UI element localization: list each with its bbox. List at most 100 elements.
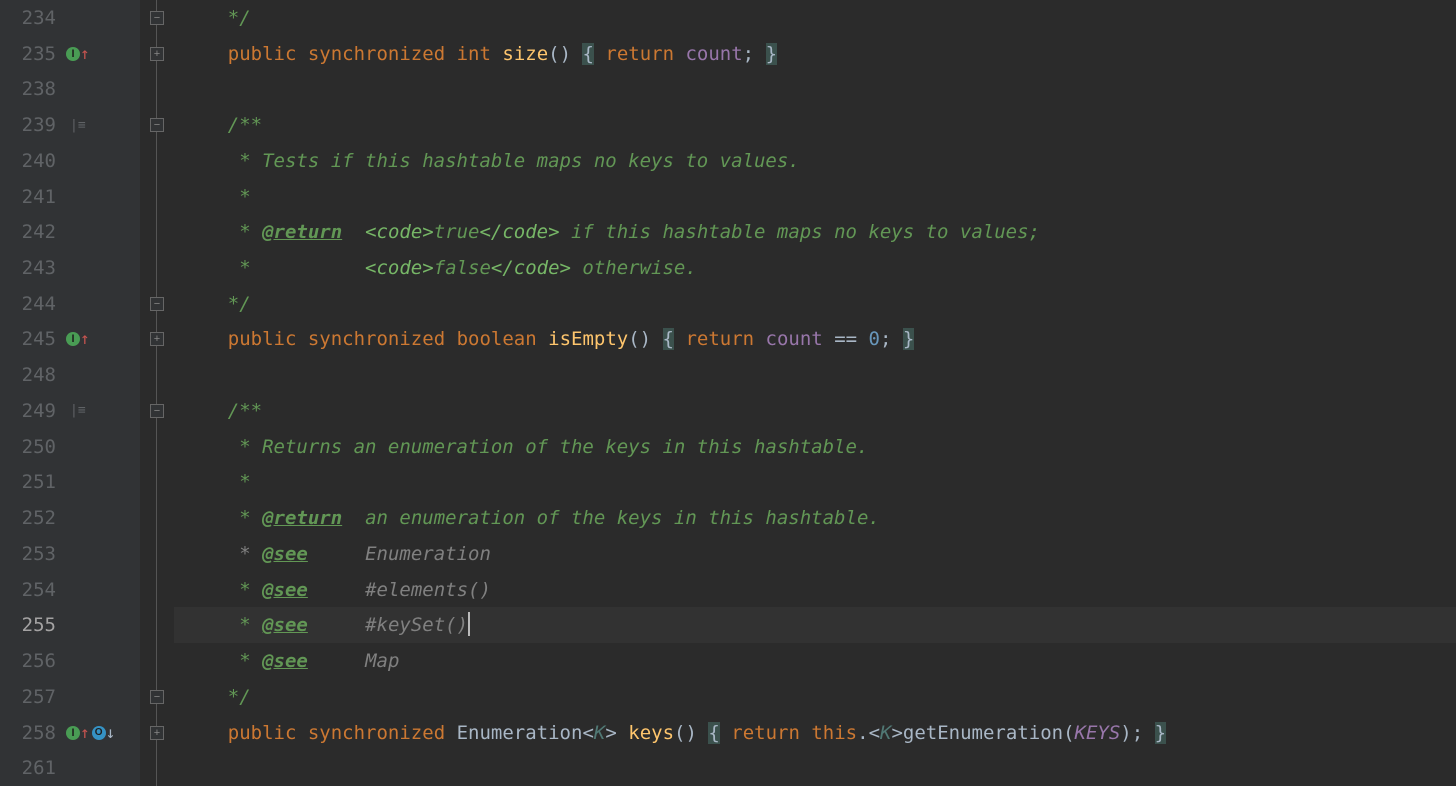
- gutter-row[interactable]: 244: [0, 286, 140, 322]
- doc-tag: @see: [262, 614, 308, 636]
- gutter-row[interactable]: 254: [0, 572, 140, 608]
- gutter-icons[interactable]: I ↑: [64, 331, 124, 347]
- doc-comment: /**: [228, 114, 262, 136]
- line-number: 253: [0, 543, 64, 565]
- code-line[interactable]: [174, 750, 1456, 786]
- doc-comment: * Tests if this hashtable maps no keys t…: [228, 150, 800, 172]
- render-doc-icon[interactable]: |≡: [70, 118, 86, 133]
- code-line[interactable]: * @return <code>true</code> if this hash…: [174, 214, 1456, 250]
- keyword: this: [811, 722, 857, 744]
- fold-toggle-icon[interactable]: −: [150, 297, 164, 311]
- line-number: 238: [0, 78, 64, 100]
- gutter-row[interactable]: 255: [0, 607, 140, 643]
- fold-toggle-icon[interactable]: −: [150, 11, 164, 25]
- fold-column[interactable]: − + − − + − − +: [140, 0, 174, 786]
- keyword: return: [685, 328, 754, 350]
- gutter-row[interactable]: 238: [0, 71, 140, 107]
- type-param: K: [880, 722, 891, 744]
- gutter-icons[interactable]: I ↑: [64, 46, 124, 62]
- line-number: 243: [0, 257, 64, 279]
- line-number: 239: [0, 114, 64, 136]
- code-line[interactable]: /**: [174, 107, 1456, 143]
- gutter-row[interactable]: 245 I ↑: [0, 322, 140, 358]
- code-line[interactable]: * Tests if this hashtable maps no keys t…: [174, 143, 1456, 179]
- code-area[interactable]: */ public synchronized int size() { retu…: [174, 0, 1456, 786]
- implements-icon[interactable]: I: [66, 47, 80, 61]
- code-line-current[interactable]: * @see #keySet(): [174, 607, 1456, 643]
- gutter-row[interactable]: 258 I ↑ O ↓: [0, 715, 140, 751]
- brace: {: [663, 328, 674, 350]
- overridden-icon[interactable]: O: [92, 726, 106, 740]
- gutter-row[interactable]: 240: [0, 143, 140, 179]
- line-number: 251: [0, 471, 64, 493]
- keyword: return: [605, 43, 674, 65]
- doc-comment: */: [228, 7, 251, 29]
- code-line[interactable]: /**: [174, 393, 1456, 429]
- gutter-row[interactable]: 261: [0, 750, 140, 786]
- fold-toggle-icon[interactable]: −: [150, 118, 164, 132]
- doc-link: #elements(): [365, 579, 491, 601]
- line-number: 244: [0, 293, 64, 315]
- gutter-row[interactable]: 250: [0, 429, 140, 465]
- doc-markup: <code>: [365, 221, 434, 243]
- implements-icon[interactable]: I: [66, 726, 80, 740]
- brace: {: [582, 43, 593, 65]
- up-arrow-icon: ↑: [80, 46, 90, 62]
- keyword: public: [228, 328, 297, 350]
- code-text: [182, 7, 228, 29]
- code-line[interactable]: public synchronized boolean isEmpty() { …: [174, 322, 1456, 358]
- line-number: 249: [0, 400, 64, 422]
- gutter[interactable]: 234 235 I ↑ 238 239 |≡ 240 241 242 243 2…: [0, 0, 140, 786]
- gutter-row[interactable]: 257: [0, 679, 140, 715]
- implements-icon[interactable]: I: [66, 332, 80, 346]
- fold-toggle-icon[interactable]: −: [150, 404, 164, 418]
- gutter-row[interactable]: 234: [0, 0, 140, 36]
- code-line[interactable]: public synchronized int size() { return …: [174, 36, 1456, 72]
- gutter-row[interactable]: 256: [0, 643, 140, 679]
- code-line[interactable]: public synchronized Enumeration<K> keys(…: [174, 715, 1456, 751]
- field: count: [685, 43, 742, 65]
- gutter-row[interactable]: 239 |≡: [0, 107, 140, 143]
- code-editor: 234 235 I ↑ 238 239 |≡ 240 241 242 243 2…: [0, 0, 1456, 786]
- code-line[interactable]: */: [174, 0, 1456, 36]
- code-line[interactable]: [174, 71, 1456, 107]
- fold-expand-icon[interactable]: +: [150, 332, 164, 346]
- brace: }: [903, 328, 914, 350]
- gutter-row[interactable]: 251: [0, 465, 140, 501]
- doc-comment: *: [228, 221, 262, 243]
- keyword: boolean: [457, 328, 537, 350]
- gutter-icons: |≡: [64, 118, 124, 133]
- render-doc-icon[interactable]: |≡: [70, 403, 86, 418]
- gutter-row[interactable]: 235 I ↑: [0, 36, 140, 72]
- code-line[interactable]: * Returns an enumeration of the keys in …: [174, 429, 1456, 465]
- gutter-row[interactable]: 241: [0, 179, 140, 215]
- keyword: synchronized: [308, 328, 445, 350]
- code-line[interactable]: *: [174, 179, 1456, 215]
- line-number: 252: [0, 507, 64, 529]
- gutter-row[interactable]: 253: [0, 536, 140, 572]
- code-line[interactable]: * @see Enumeration: [174, 536, 1456, 572]
- fold-expand-icon[interactable]: +: [150, 47, 164, 61]
- gutter-row[interactable]: 252: [0, 500, 140, 536]
- fold-toggle-icon[interactable]: −: [150, 690, 164, 704]
- up-arrow-icon: ↑: [80, 331, 90, 347]
- code-line[interactable]: * <code>false</code> otherwise.: [174, 250, 1456, 286]
- code-line[interactable]: *: [174, 465, 1456, 501]
- up-arrow-icon: ↑: [80, 725, 90, 741]
- doc-tag: @return: [262, 507, 342, 529]
- gutter-row[interactable]: 248: [0, 357, 140, 393]
- code-line[interactable]: * @see Map: [174, 643, 1456, 679]
- code-line[interactable]: [174, 357, 1456, 393]
- gutter-icons[interactable]: I ↑ O ↓: [64, 725, 124, 741]
- gutter-row[interactable]: 242: [0, 214, 140, 250]
- code-line[interactable]: * @return an enumeration of the keys in …: [174, 500, 1456, 536]
- code-line[interactable]: */: [174, 286, 1456, 322]
- doc-comment: /**: [228, 400, 262, 422]
- code-line[interactable]: */: [174, 679, 1456, 715]
- method-name: size: [502, 43, 548, 65]
- doc-markup: </code>: [491, 257, 571, 279]
- fold-expand-icon[interactable]: +: [150, 726, 164, 740]
- code-line[interactable]: * @see #elements(): [174, 572, 1456, 608]
- gutter-row[interactable]: 243: [0, 250, 140, 286]
- gutter-row[interactable]: 249 |≡: [0, 393, 140, 429]
